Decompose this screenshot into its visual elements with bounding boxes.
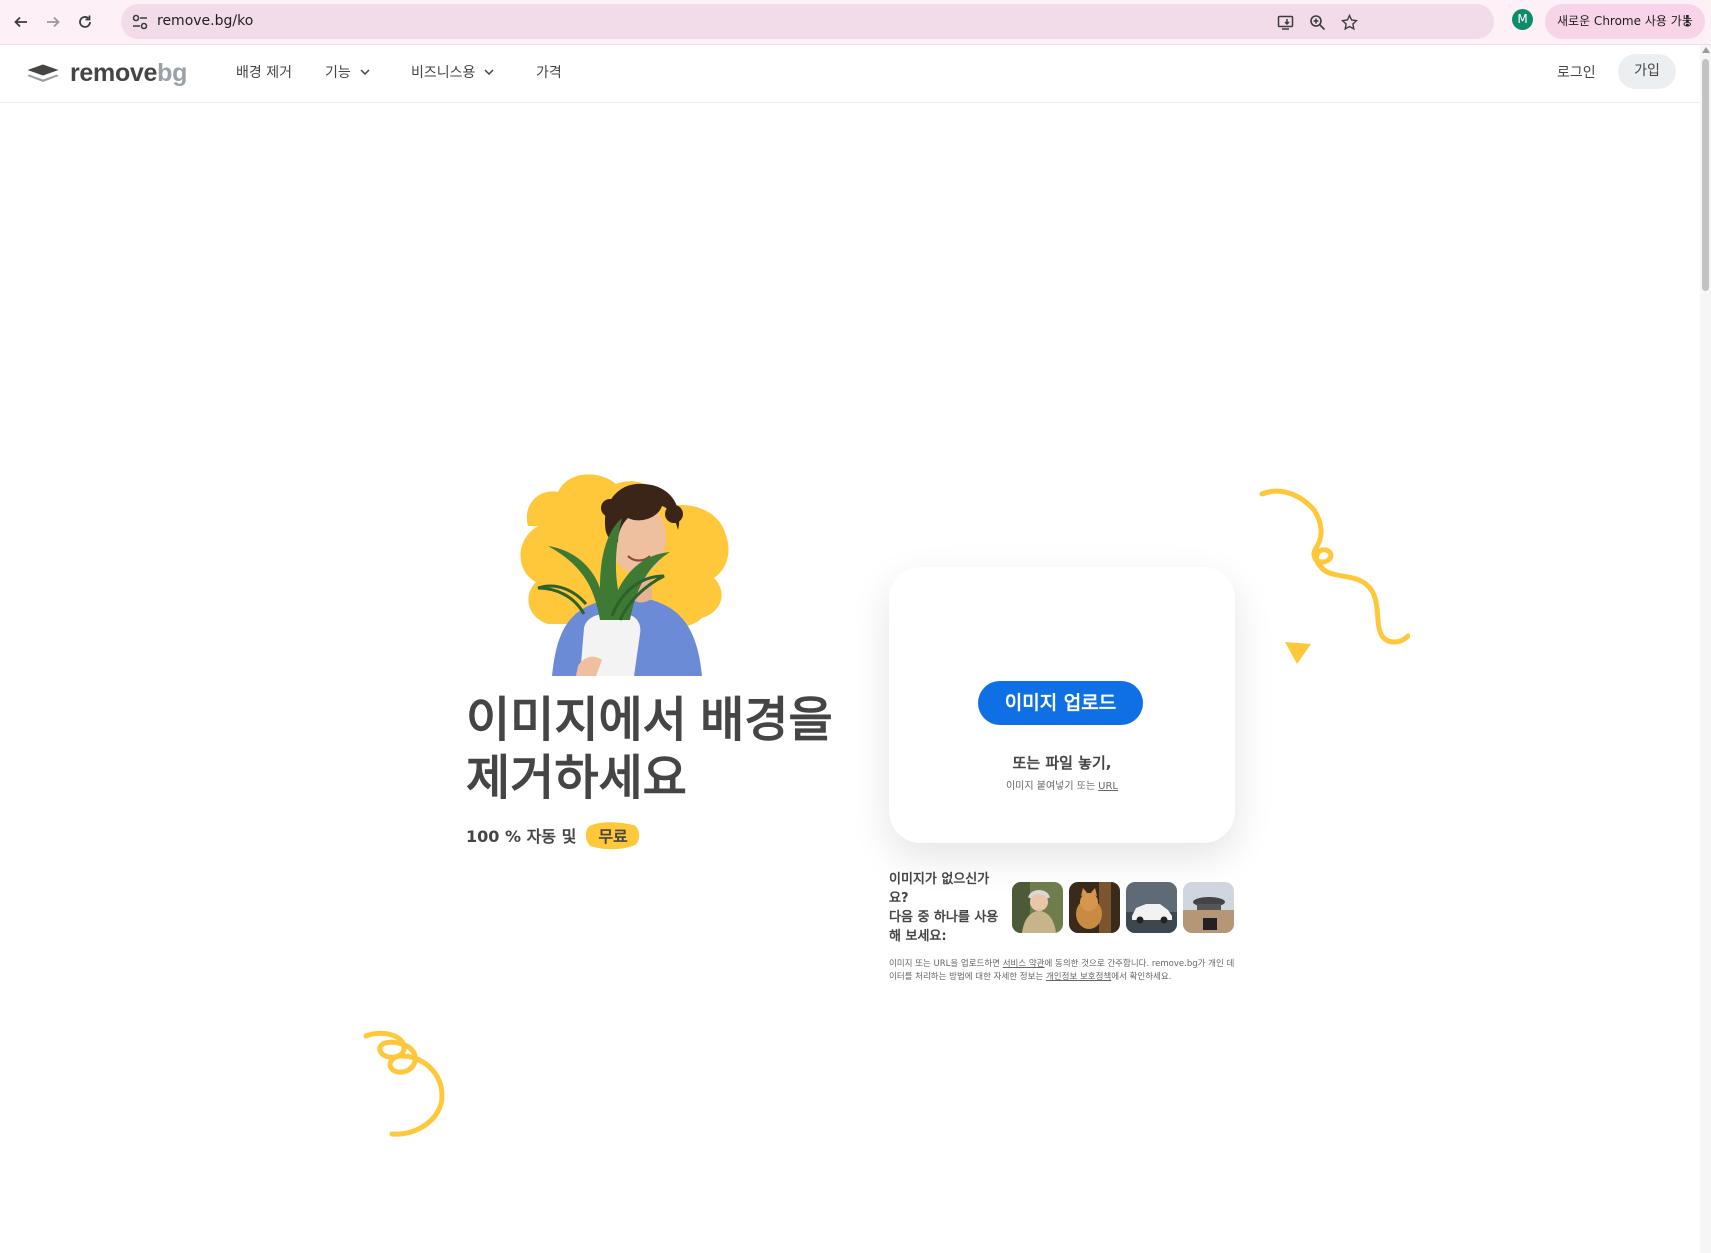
upload-image-button[interactable]: 이미지 업로드 <box>978 681 1143 725</box>
hero-title-line2: 제거하세요 <box>466 752 687 805</box>
profile-avatar[interactable]: M <box>1512 9 1533 30</box>
nav-features[interactable]: 기능 <box>325 62 370 82</box>
nav-remove-bg[interactable]: 배경 제거 <box>236 62 292 82</box>
scrollbar-thumb[interactable] <box>1702 59 1709 291</box>
privacy-link[interactable]: 개인정보 보호정책 <box>1046 972 1111 982</box>
drop-subtitle-text: 이미지 붙여넣기 또는 <box>1005 781 1096 792</box>
logo-main: remove <box>70 59 158 87</box>
terms-link[interactable]: 서비스 약관 <box>1003 959 1045 969</box>
install-app-icon[interactable] <box>1273 10 1297 34</box>
sample-cat-thumbnail[interactable] <box>1069 882 1120 933</box>
nav-pricing[interactable]: 가격 <box>536 62 562 82</box>
zoom-icon[interactable] <box>1305 10 1329 34</box>
samples-label-line2: 다음 중 하나를 사용해 보세요: <box>889 910 999 944</box>
url-link[interactable]: URL <box>1098 781 1118 792</box>
scrollbar[interactable] <box>1700 45 1711 1253</box>
login-link[interactable]: 로그인 <box>1557 62 1596 82</box>
legal-part3: 에서 확인하세요. <box>1111 972 1172 982</box>
drop-subtitle: 이미지 붙여넣기 또는 URL <box>889 777 1235 792</box>
hero-subtitle: 100 % 자동 및 무료 <box>466 820 640 850</box>
logo[interactable]: removebg <box>26 59 187 88</box>
triangle-decoration <box>1285 642 1311 664</box>
logo-wordmark: removebg <box>70 59 187 88</box>
spiral-decoration <box>363 1030 445 1137</box>
sample-product-thumbnail[interactable] <box>1183 882 1234 933</box>
nav-remove-bg-label: 배경 제거 <box>236 65 292 81</box>
address-bar[interactable]: remove.bg/ko <box>121 4 1494 39</box>
drop-title: 또는 파일 놓기, <box>1012 754 1112 772</box>
logo-layers-icon <box>27 64 59 82</box>
address-url[interactable]: remove.bg/ko <box>157 4 253 39</box>
free-badge: 무료 <box>586 820 640 850</box>
squiggle-decoration <box>1259 488 1410 645</box>
chrome-update-button[interactable]: 새로운 Chrome 사용 가능 ⋮ <box>1545 4 1705 39</box>
free-badge-label: 무료 <box>598 827 628 846</box>
chevron-down-icon <box>360 69 370 75</box>
samples-label: 이미지가 없으신가요? 다음 중 하나를 사용해 보세요: <box>889 870 1004 946</box>
scroll-up-icon[interactable] <box>1702 47 1710 53</box>
bookmark-star-icon[interactable] <box>1337 10 1361 34</box>
samples-label-line1: 이미지가 없으신가요? <box>889 872 990 906</box>
logo-accent: bg <box>157 59 188 87</box>
hero-subtitle-prefix: 100 % 자동 및 <box>466 827 577 846</box>
nav-business[interactable]: 비즈니스용 <box>411 62 494 82</box>
nav-features-label: 기능 <box>325 65 351 81</box>
hero-title: 이미지에서 배경을 제거하세요 <box>466 692 886 808</box>
update-chip-label: 새로운 Chrome 사용 가능 <box>1557 14 1693 28</box>
site-settings-icon[interactable] <box>131 13 149 31</box>
upload-dropzone[interactable]: 이미지 업로드 또는 파일 놓기, 이미지 붙여넣기 또는 URL <box>889 567 1235 843</box>
nav-business-label: 비즈니스용 <box>411 65 476 81</box>
legal-notice: 이미지 또는 URL을 업로드하면 서비스 약관에 동의한 것으로 간주합니다.… <box>889 958 1239 984</box>
browser-toolbar: remove.bg/ko M 새로운 Chrome 사용 가능 ⋮ <box>0 0 1711 45</box>
back-icon[interactable] <box>8 9 34 35</box>
legal-part1: 이미지 또는 URL을 업로드하면 <box>889 959 1003 969</box>
hero-person-with-plant-image <box>520 474 729 676</box>
chevron-down-icon <box>484 69 494 75</box>
sample-person-thumbnail[interactable] <box>1012 882 1063 933</box>
more-menu-icon[interactable]: ⋮ <box>1680 4 1695 39</box>
site-header: removebg 배경 제거 기능 비즈니스용 가격 로그인 가입 <box>0 45 1700 103</box>
reload-icon[interactable] <box>72 9 98 35</box>
hero-title-line1: 이미지에서 배경을 <box>466 694 833 747</box>
signup-button[interactable]: 가입 <box>1618 54 1676 89</box>
nav-pricing-label: 가격 <box>536 65 562 81</box>
forward-icon[interactable] <box>40 9 66 35</box>
sample-car-thumbnail[interactable] <box>1126 882 1177 933</box>
